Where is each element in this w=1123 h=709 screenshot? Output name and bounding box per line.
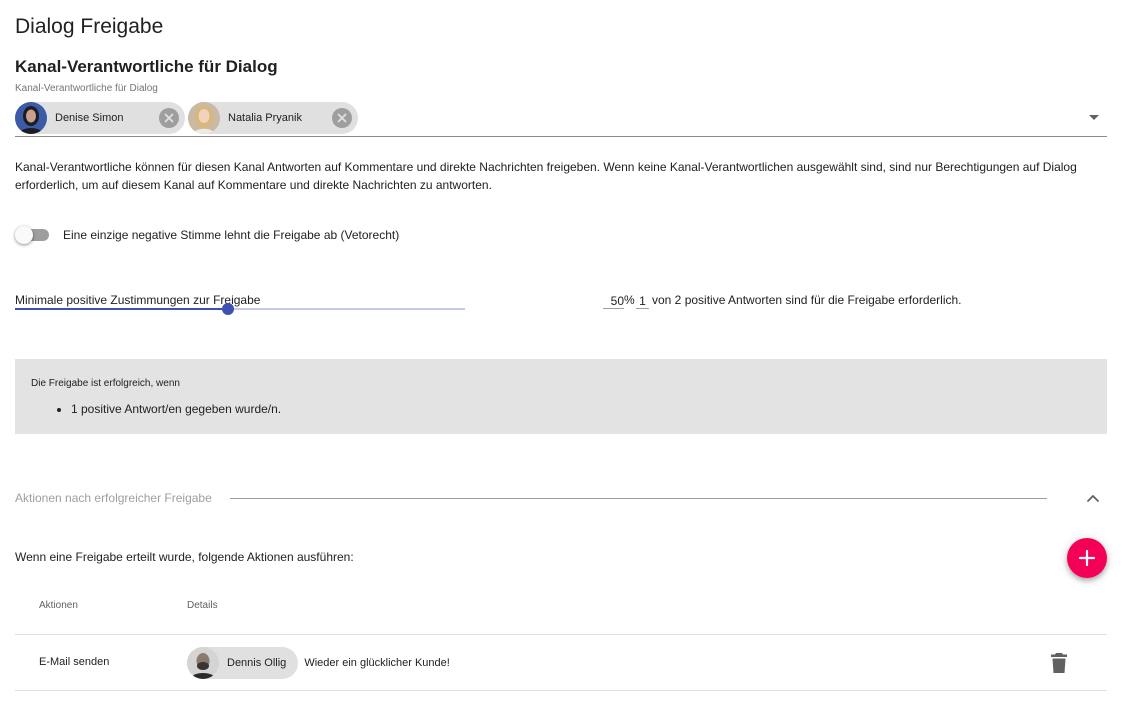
table-row: E-Mail senden Dennis Ollig Wieder ein gl… <box>15 634 1107 691</box>
responsibles-field-label: Kanal-Verantwortliche für Dialog <box>15 83 158 94</box>
avatar <box>188 102 220 134</box>
avatar <box>15 102 47 134</box>
count-input[interactable] <box>636 293 649 309</box>
list-item: 1 positive Antwort/en gegeben wurde/n. <box>71 402 281 416</box>
actions-divider-label: Aktionen nach erfolgreicher Freigabe <box>15 491 212 505</box>
remove-chip-icon[interactable] <box>332 108 352 128</box>
chip-denise-simon[interactable]: Denise Simon <box>15 102 185 134</box>
success-info-box: Die Freigabe ist erfolgreich, wenn 1 pos… <box>15 359 1107 434</box>
avatar <box>187 647 219 679</box>
percent-input[interactable] <box>603 293 624 309</box>
info-list: 1 positive Antwort/en gegeben wurde/n. <box>71 402 281 416</box>
add-action-button[interactable] <box>1067 538 1107 578</box>
details-cell: Dennis Ollig Wieder ein glücklicher Kund… <box>187 647 450 679</box>
chip-label: Dennis Ollig <box>227 657 287 669</box>
plus-icon <box>1078 549 1096 567</box>
action-cell: E-Mail senden <box>39 656 110 668</box>
chip-list: Denise Simon Natalia Pryanik <box>15 102 358 134</box>
column-header-actions: Aktionen <box>39 600 78 611</box>
slider-fill <box>15 308 228 310</box>
responsibles-select[interactable]: Kanal-Verantwortliche für Dialog Denise … <box>15 82 1107 137</box>
chip-natalia-pryanik[interactable]: Natalia Pryanik <box>188 102 358 134</box>
actions-intro: Wenn eine Freigabe erteilt wurde, folgen… <box>15 550 354 564</box>
slider-thumb[interactable] <box>222 303 234 315</box>
column-header-details: Details <box>187 600 218 611</box>
recipient-chip[interactable]: Dennis Ollig <box>187 647 299 679</box>
chip-label: Denise Simon <box>55 112 124 124</box>
veto-toggle-label: Eine einzige negative Stimme lehnt die F… <box>63 228 400 242</box>
approval-slider[interactable] <box>15 303 465 317</box>
dropdown-arrow-icon[interactable] <box>1089 115 1099 120</box>
chevron-up-icon[interactable] <box>1085 490 1101 506</box>
count-description: von 2 positive Antworten sind für die Fr… <box>652 293 962 307</box>
chip-label: Natalia Pryanik <box>228 112 302 124</box>
responsibles-help-text: Kanal-Verantwortliche können für diesen … <box>15 160 1077 192</box>
section-title: Kanal-Verantwortliche für Dialog <box>15 57 278 76</box>
email-message: Wieder ein glücklicher Kunde! <box>304 657 450 669</box>
divider <box>230 498 1047 499</box>
veto-toggle[interactable] <box>15 226 51 244</box>
percent-sign: % <box>624 293 635 307</box>
info-title: Die Freigabe ist erfolgreich, wenn <box>31 378 180 389</box>
toggle-thumb <box>15 226 33 244</box>
page-title: Dialog Freigabe <box>15 15 164 38</box>
remove-chip-icon[interactable] <box>159 108 179 128</box>
trash-icon[interactable] <box>1050 652 1068 674</box>
